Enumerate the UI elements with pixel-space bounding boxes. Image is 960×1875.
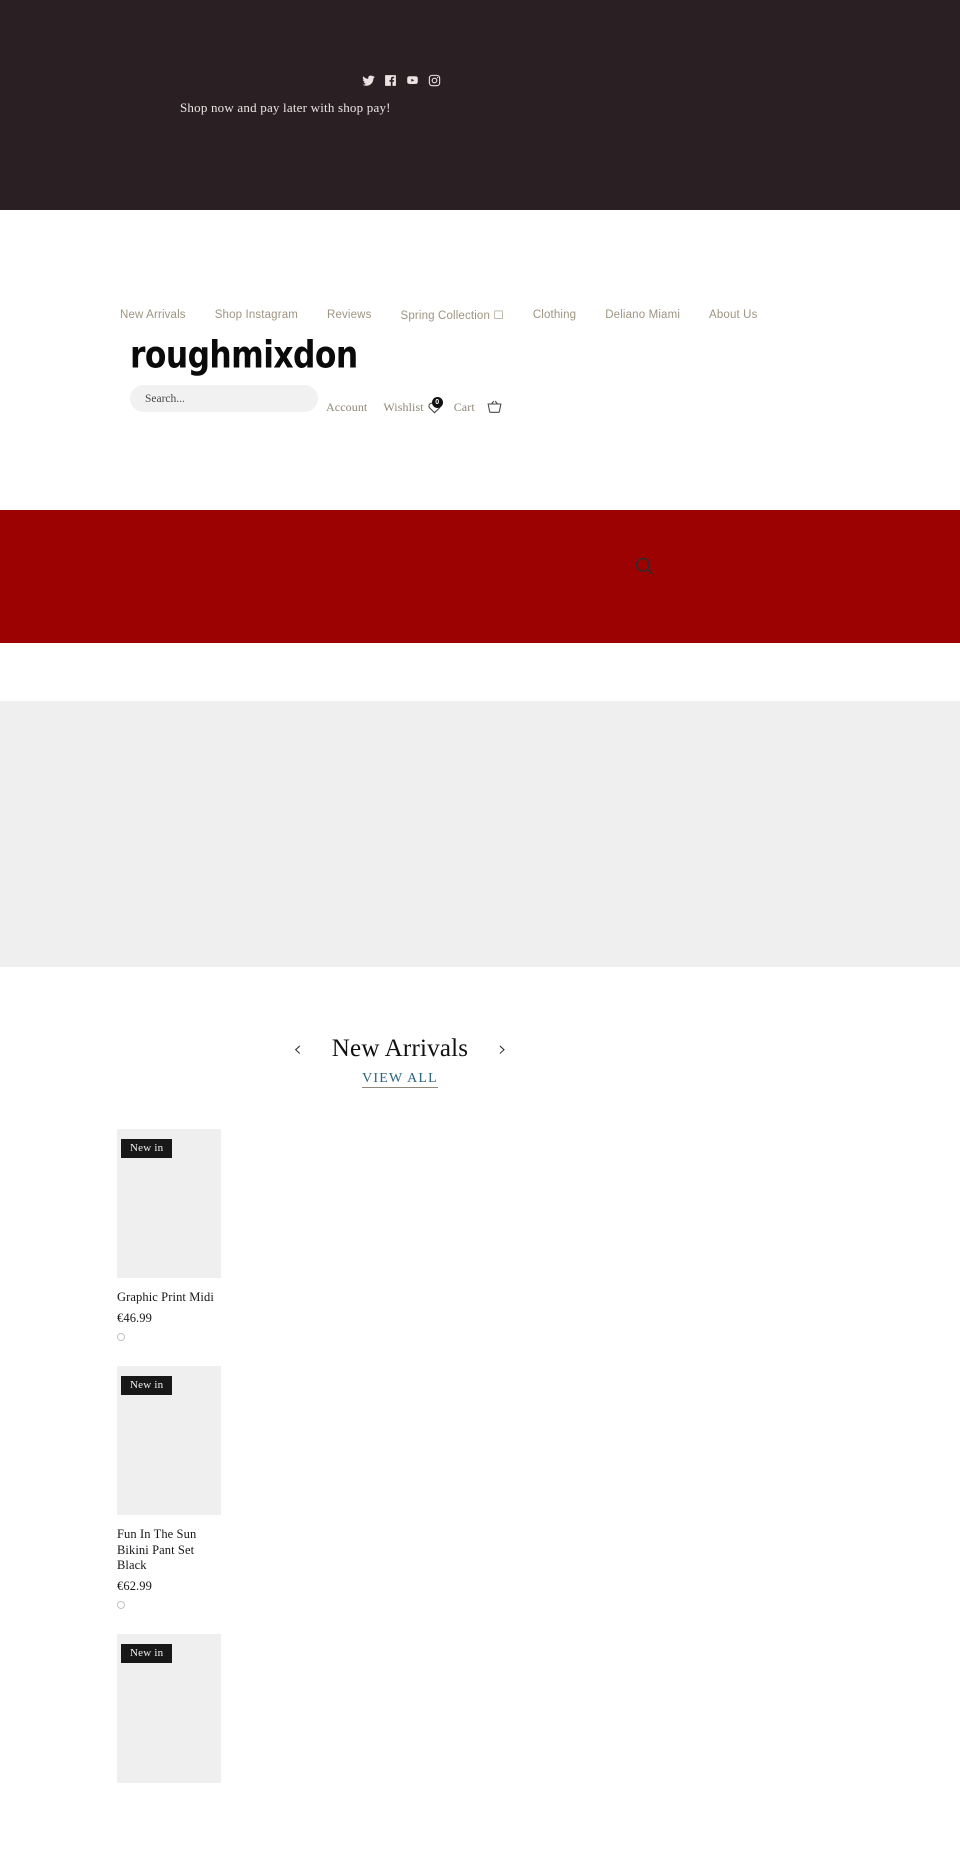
color-swatch[interactable] [117,1333,125,1342]
carousel-next-arrow-icon[interactable]: › [498,1038,506,1060]
product-card: New in [117,1634,221,1783]
search-box[interactable] [130,385,318,412]
nav-item-deliano-miami[interactable]: Deliano Miami [605,309,680,321]
nav-item-spring-collection[interactable]: Spring Collection ☐ [401,308,504,322]
youtube-icon[interactable] [406,74,419,87]
view-all-link[interactable]: VIEW ALL [362,1071,438,1088]
collection-title: New Arrivals [331,1035,469,1062]
wishlist-count-badge: 0 [431,396,443,408]
carousel-prev-arrow-icon[interactable]: ‹ [293,1038,301,1060]
instagram-icon[interactable] [428,74,441,87]
site-header: New Arrivals Shop Instagram Reviews Spri… [0,210,960,575]
new-arrivals-section: ‹ New Arrivals › VIEW ALL New in Graphic… [0,1029,960,1783]
status-badge: New in [121,1644,173,1664]
cart-link[interactable]: Cart [454,399,503,415]
hero-image-placeholder [0,701,960,967]
color-swatches [117,1601,221,1609]
twitter-icon[interactable] [362,74,375,87]
product-list: New in Graphic Print Midi €46.99 New in … [0,1117,960,1783]
nav-item-new-arrivals[interactable]: New Arrivals [120,309,186,321]
nav-item-about-us[interactable]: About Us [709,309,758,321]
main-navigation: New Arrivals Shop Instagram Reviews Spri… [120,308,758,322]
status-badge: New in [121,1139,173,1159]
product-price: €62.99 [117,1579,152,1593]
header-utilities: Account Wishlist 0 Cart [326,396,503,415]
product-card: New in Fun In The Sun Bikini Pant Set Bl… [117,1366,221,1609]
product-price: €46.99 [117,1311,152,1326]
collection-title-row: ‹ New Arrivals › [0,1029,800,1069]
color-swatches [117,1333,221,1342]
cart-label: Cart [453,399,475,414]
header-search-icon[interactable] [634,556,654,576]
product-image[interactable]: New in [117,1634,221,1783]
product-title[interactable]: Fun In The Sun Bikini Pant Set Black [117,1527,221,1573]
spacer-after-hero [0,967,960,1029]
collection-header: ‹ New Arrivals › VIEW ALL [0,1029,960,1117]
product-title[interactable]: Graphic Print Midi [117,1290,221,1305]
announcement-bar: Shop now and pay later with shop pay! [0,0,960,210]
nav-item-reviews[interactable]: Reviews [327,309,372,321]
view-all-wrapper: VIEW ALL [0,1069,800,1088]
nav-item-clothing[interactable]: Clothing [533,309,576,321]
brand-logo[interactable]: roughmixdon [130,332,358,377]
color-swatch[interactable] [117,1601,125,1609]
spacer-after-banner [0,643,960,701]
account-link[interactable]: Account [326,400,367,415]
wishlist-link[interactable]: Wishlist 0 [383,396,443,415]
search-input[interactable] [145,392,318,405]
social-links [362,74,441,87]
shopping-basket-icon [486,399,503,415]
announcement-message: Shop now and pay later with shop pay! [180,100,391,115]
product-card: New in Graphic Print Midi €46.99 [117,1129,221,1342]
wishlist-label: Wishlist [383,399,424,414]
announcement-inner: Shop now and pay later with shop pay! [0,0,960,210]
product-image[interactable]: New in [117,1129,221,1278]
promo-banner[interactable] [0,510,960,643]
heart-icon: 0 [428,396,443,414]
status-badge: New in [121,1376,173,1396]
nav-item-shop-instagram[interactable]: Shop Instagram [215,309,298,321]
facebook-icon[interactable] [384,74,397,87]
product-image[interactable]: New in [117,1366,221,1516]
